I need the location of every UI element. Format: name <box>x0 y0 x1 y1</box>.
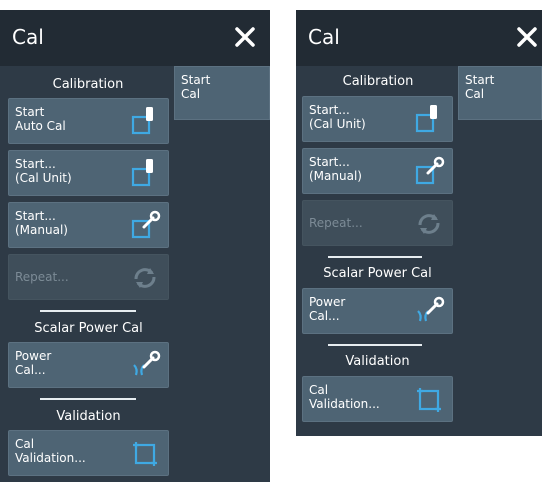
wrench-icon <box>415 156 445 185</box>
section-calibration: Calibration <box>342 74 414 89</box>
start-cal-unit-label: Start... (Cal Unit) <box>309 103 366 131</box>
validation-icon <box>417 388 441 412</box>
start-cal-tab-label: Start Cal <box>181 73 211 101</box>
section-validation: Validation <box>345 354 410 369</box>
power-cal-label: Power Cal... <box>309 295 346 323</box>
dock-header: Cal <box>0 10 270 66</box>
repeat-icon <box>418 214 440 234</box>
power-cal-label: Power Cal... <box>15 349 52 377</box>
power-cal-button[interactable]: Power Cal... <box>302 288 453 334</box>
wrench-icon <box>131 210 161 239</box>
start-cal-tab[interactable]: Start Cal <box>174 66 270 120</box>
section-validation: Validation <box>56 409 121 424</box>
start-manual-label: Start... (Manual) <box>309 155 362 183</box>
start-cal-unit-button[interactable]: Start... (Cal Unit) <box>302 96 453 142</box>
start-cal-unit-button[interactable]: Start... (Cal Unit) <box>8 150 169 196</box>
right-cal-dock: Cal Start Cal Calibration Start... (Cal … <box>296 10 542 436</box>
section-calibration: Calibration <box>52 77 124 92</box>
separator <box>40 398 136 400</box>
cal-unit-icon <box>415 105 437 133</box>
cal-unit-icon <box>131 159 153 187</box>
dock-header: Cal <box>296 10 542 66</box>
section-scalar-power-cal: Scalar Power Cal <box>323 266 432 281</box>
repeat-button: Repeat... <box>8 254 169 300</box>
repeat-label: Repeat... <box>309 216 363 230</box>
start-cal-tab-label: Start Cal <box>465 73 495 101</box>
repeat-button: Repeat... <box>302 200 453 246</box>
close-icon[interactable] <box>230 19 260 53</box>
separator <box>328 256 422 258</box>
start-auto-cal-label: Start Auto Cal <box>15 105 66 133</box>
cal-validation-button[interactable]: Cal Validation... <box>302 376 453 422</box>
dock-title: Cal <box>308 25 340 49</box>
cal-validation-label: Cal Validation... <box>15 437 86 465</box>
start-manual-button[interactable]: Start... (Manual) <box>8 202 169 248</box>
start-auto-cal-button[interactable]: Start Auto Cal <box>8 98 169 144</box>
separator <box>328 344 422 346</box>
repeat-label: Repeat... <box>15 270 69 284</box>
start-cal-unit-label: Start... (Cal Unit) <box>15 157 72 185</box>
left-cal-dock: Cal Start Cal Calibration Start Auto Cal… <box>0 10 270 482</box>
repeat-icon <box>134 268 156 288</box>
cal-validation-label: Cal Validation... <box>309 383 380 411</box>
power-cal-icon <box>417 296 445 322</box>
close-icon[interactable] <box>512 19 542 53</box>
separator <box>40 310 136 312</box>
dock-title: Cal <box>12 25 44 49</box>
cal-unit-icon <box>131 107 153 135</box>
start-cal-tab[interactable]: Start Cal <box>458 66 542 120</box>
power-cal-icon <box>133 350 161 376</box>
start-manual-button[interactable]: Start... (Manual) <box>302 148 453 194</box>
start-manual-label: Start... (Manual) <box>15 209 68 237</box>
section-scalar-power-cal: Scalar Power Cal <box>34 321 143 336</box>
power-cal-button[interactable]: Power Cal... <box>8 342 169 388</box>
validation-icon <box>133 442 157 466</box>
cal-validation-button[interactable]: Cal Validation... <box>8 430 169 476</box>
